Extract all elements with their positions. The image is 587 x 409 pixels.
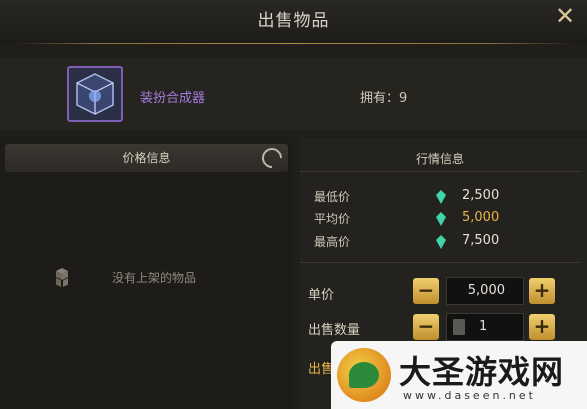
- watermark-url: www.daseen.net: [403, 389, 536, 402]
- market-title: 行情信息: [415, 152, 464, 166]
- stat-value-max: 7,500: [462, 233, 500, 248]
- stat-value-min: 2,500: [462, 188, 500, 203]
- stat-value-avg: 5,000: [462, 210, 500, 225]
- stat-label-avg: 平均价: [314, 212, 351, 226]
- boxes-icon: [50, 266, 74, 290]
- market-header: 行情信息: [300, 144, 580, 172]
- site-watermark: 大圣游戏网 www.daseen.net: [331, 341, 587, 409]
- price-info-title: 价格信息: [122, 151, 171, 165]
- gem-icon: [436, 189, 446, 204]
- item-name: 装扮合成器: [140, 91, 206, 106]
- quantity-input[interactable]: 1: [446, 313, 524, 341]
- window-title: 出售物品: [257, 11, 330, 31]
- market-divider: [300, 262, 580, 263]
- unit-price-label: 单价: [308, 288, 335, 303]
- empty-listing-text: 没有上架的物品: [112, 271, 197, 285]
- unit-price-input[interactable]: 5,000: [446, 277, 524, 305]
- gem-icon: [436, 234, 446, 249]
- unit-price-plus-button[interactable]: +: [529, 278, 555, 304]
- watermark-title: 大圣游戏网: [399, 353, 565, 391]
- price-info-panel: 价格信息 没有上架的物品: [0, 138, 293, 409]
- title-divider: [12, 43, 575, 44]
- owned-count: 拥有：9: [360, 91, 408, 106]
- title-bar: 出售物品 ✕: [0, 0, 587, 44]
- stat-label-min: 最低价: [314, 190, 351, 204]
- close-icon[interactable]: ✕: [551, 2, 579, 30]
- calculator-icon[interactable]: [453, 319, 465, 335]
- gem-icon: [436, 211, 446, 226]
- stat-label-max: 最高价: [314, 235, 351, 249]
- quantity-minus-button[interactable]: −: [413, 314, 439, 340]
- item-row: 装扮合成器 拥有：9: [0, 58, 587, 130]
- quantity-value: 1: [479, 319, 488, 334]
- cube-icon: [67, 66, 123, 122]
- unit-price-minus-button[interactable]: −: [413, 278, 439, 304]
- watermark-logo: [337, 348, 391, 402]
- price-info-header: 价格信息: [5, 143, 288, 173]
- quantity-label: 出售数量: [308, 323, 361, 338]
- quantity-plus-button[interactable]: +: [529, 314, 555, 340]
